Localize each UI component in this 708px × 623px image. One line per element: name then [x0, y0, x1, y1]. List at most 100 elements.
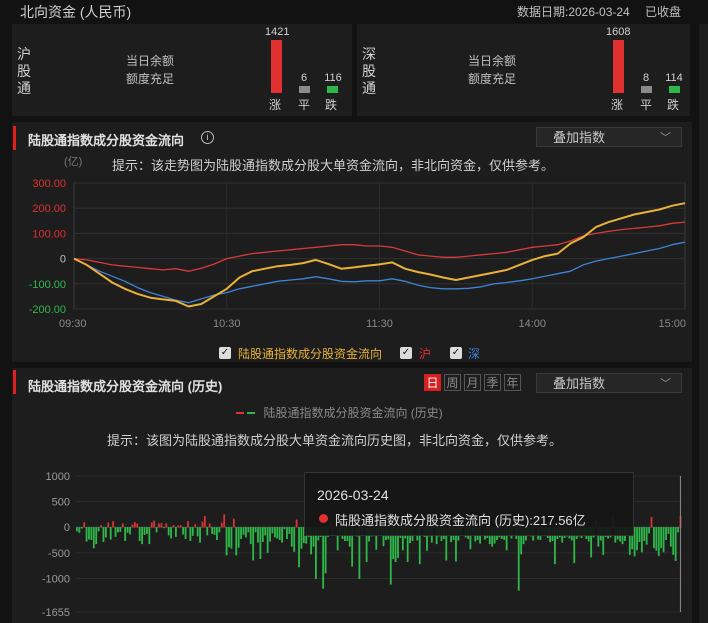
history-bar [119, 527, 122, 532]
history-bar [92, 527, 95, 549]
history-bar [269, 527, 271, 542]
balance-label: 当日余额 [468, 54, 517, 68]
history-bar [218, 527, 221, 533]
history-bar [184, 527, 187, 539]
history-bar [216, 527, 218, 540]
history-bar [295, 519, 298, 528]
history-bar [672, 527, 675, 555]
history-bar [636, 527, 638, 551]
y-tick-label: -1655 [42, 607, 70, 619]
y-tick-label: 100.00 [32, 228, 66, 240]
history-bar [665, 527, 667, 540]
history-bar [648, 527, 651, 534]
checkbox-sh[interactable]: ✓ [400, 347, 412, 359]
history-bar [286, 527, 288, 539]
tooltip-series-label: 陆股通指数成分股资金流向 (历史) [335, 513, 530, 528]
y-tick-label: -500 [48, 548, 70, 560]
x-tick-label: 11:30 [366, 318, 393, 330]
history-bar [191, 527, 194, 536]
x-tick-label: 10:30 [213, 318, 241, 330]
history-bar [211, 527, 214, 534]
rise-label: 涨 [269, 98, 282, 112]
history-bar [189, 527, 192, 541]
period-year-tab[interactable]: 年 [504, 374, 521, 391]
history-bar [114, 527, 117, 537]
history-bar [109, 527, 112, 540]
y-tick-label: -200.00 [29, 304, 66, 316]
overlay-index-label: 叠加指数 [553, 376, 606, 391]
history-bar [76, 527, 78, 532]
period-week-tab[interactable]: 周 [444, 374, 461, 391]
flat-bar [641, 86, 652, 93]
flat-count: 8 [642, 72, 650, 84]
fall-count: 114 [665, 72, 683, 84]
rise-count: 1421 [265, 26, 290, 38]
shengutong-label: 深股通 [362, 46, 376, 96]
history-bar [179, 525, 182, 528]
info-icon[interactable]: i [201, 131, 214, 144]
history-bar [235, 527, 238, 556]
fall-count: 116 [324, 72, 342, 84]
history-bar [155, 527, 158, 533]
history-bar [517, 527, 520, 591]
checkbox-sz[interactable]: ✓ [450, 347, 462, 359]
history-bar [242, 527, 245, 535]
shengutong-panel: 深股通 当日余额 额度充足 1608 8 114 涨 平 跌 [357, 24, 690, 116]
history-bar [138, 527, 141, 541]
market-status: 已收盘 [645, 5, 682, 19]
history-bar [162, 527, 165, 529]
scroll-edge [699, 24, 708, 623]
chevron-down-icon: ﹀ [660, 132, 671, 144]
history-bar [225, 527, 228, 556]
history-bar [288, 527, 291, 534]
period-day-tab[interactable]: 日 [424, 374, 441, 391]
history-bar [196, 527, 199, 537]
history-bar [653, 527, 655, 549]
history-bar [257, 527, 259, 543]
history-bar [298, 527, 300, 568]
history-bar [112, 521, 115, 528]
history-bar [150, 522, 153, 528]
history-bar [160, 523, 163, 528]
overlay-index-select[interactable]: 叠加指数 ﹀ [536, 127, 682, 147]
history-bar [146, 527, 148, 534]
flat-bar [299, 86, 310, 93]
fall-bar [669, 86, 680, 93]
checkbox-total[interactable]: ✓ [219, 347, 231, 359]
history-bar [78, 527, 81, 533]
history-bar [660, 527, 663, 549]
rise-bar [613, 40, 624, 93]
x-tick-label: 14:00 [518, 318, 546, 330]
history-bar [141, 527, 143, 545]
history-bar [220, 522, 223, 528]
rise-label: 涨 [611, 98, 624, 112]
tooltip-value: :217.56亿 [529, 513, 586, 528]
history-bar [290, 527, 293, 547]
top-header: 北向资金 (人民币) 数据日期:2026-03-24 已收盘 [0, 0, 708, 22]
section-marker [13, 126, 16, 150]
x-tick-label: 15:00 [658, 318, 686, 330]
legend-total-label: 陆股通指数成分股资金流向 [238, 347, 383, 361]
history-bar [266, 527, 269, 553]
history-bar [278, 527, 281, 540]
history-bar [223, 514, 226, 528]
history-bar [165, 523, 168, 528]
history-bar [240, 527, 242, 539]
history-bar [102, 527, 105, 543]
history-bar [259, 527, 262, 559]
chevron-down-icon: ﹀ [660, 378, 671, 390]
period-month-tab[interactable]: 月 [464, 374, 481, 391]
overlay-index-select-history[interactable]: 叠加指数 ﹀ [536, 373, 682, 393]
history-bar [100, 525, 102, 528]
data-date: 数据日期:2026-03-24 [517, 5, 630, 19]
history-bar [117, 527, 119, 533]
history-bar [254, 527, 257, 533]
history-bar [638, 527, 641, 543]
history-bar [237, 527, 240, 548]
history-bar [133, 522, 136, 528]
history-bar [174, 527, 177, 537]
history-bar [674, 527, 677, 561]
period-quarter-tab[interactable]: 季 [484, 374, 501, 391]
fall-label: 跌 [325, 98, 338, 112]
x-tick-label: 09:30 [59, 318, 87, 330]
